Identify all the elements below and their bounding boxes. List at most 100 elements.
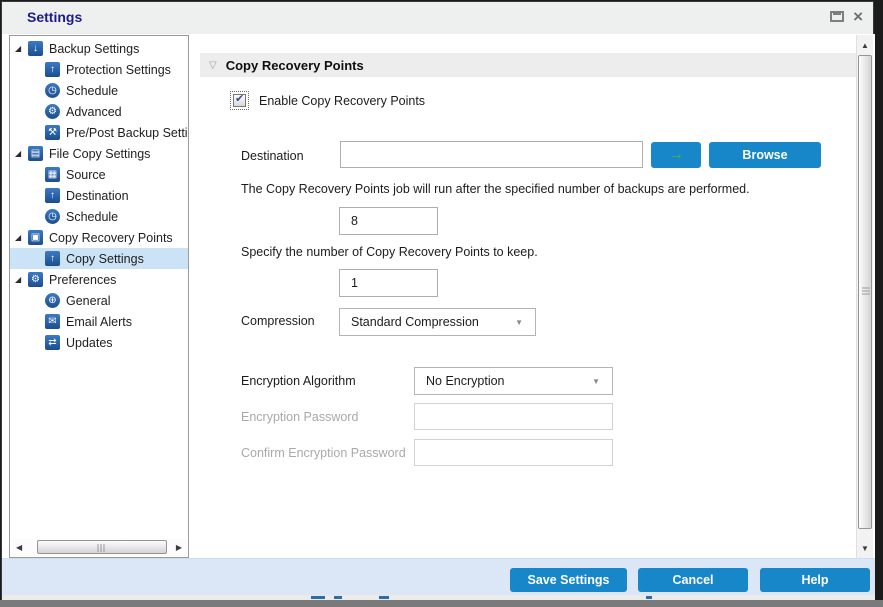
title-bar[interactable]: Settings × (2, 2, 873, 34)
enable-copy-recovery-label: Enable Copy Recovery Points (259, 94, 426, 108)
chevron-down-icon: ▼ (515, 317, 523, 327)
sidebar-item-backup-settings[interactable]: ◢ ↓ Backup Settings (10, 38, 188, 59)
sidebar-item-label: Source (66, 167, 106, 182)
scroll-right-icon[interactable]: ▶ (176, 543, 182, 552)
scrollbar-grip (97, 544, 107, 552)
protection-settings-icon: ↑ (45, 62, 60, 77)
sidebar-item-copy-settings[interactable]: ↑ Copy Settings (10, 248, 188, 269)
sidebar-item-advanced[interactable]: ⚙ Advanced (10, 101, 188, 122)
expander-icon[interactable]: ◢ (15, 149, 28, 158)
sidebar-item-label: Updates (66, 335, 113, 350)
source-icon: ▦ (45, 167, 60, 182)
sidebar-item-label: Copy Settings (66, 251, 144, 266)
sidebar-item-label: Schedule (66, 83, 119, 98)
green-arrow-icon: → (668, 146, 684, 163)
sidebar-item-updates[interactable]: ⇄ Updates (10, 332, 188, 353)
sidebar-item-schedule[interactable]: ◷ Schedule (10, 80, 188, 101)
compression-value: Standard Compression (351, 315, 479, 329)
check-icon: ✔ (235, 93, 245, 105)
sidebar-item-schedule[interactable]: ◷ Schedule (10, 206, 188, 227)
sidebar-item-label: File Copy Settings (49, 146, 151, 161)
horizontal-scrollbar[interactable]: ◀ ▶ (11, 539, 187, 556)
sidebar-item-source[interactable]: ▦ Source (10, 164, 188, 185)
scrollbar-grip (862, 287, 870, 297)
sidebar-item-label: General (66, 293, 111, 308)
sidebar-item-label: Pre/Post Backup Settin (66, 125, 189, 140)
sidebar-item-general[interactable]: ⊕ General (10, 290, 188, 311)
destination-label: Destination (241, 149, 304, 163)
backups-info-text: The Copy Recovery Points job will run af… (241, 182, 750, 196)
encryption-algorithm-value: No Encryption (426, 374, 505, 388)
updates-icon: ⇄ (45, 335, 60, 350)
sidebar-item-email-alerts[interactable]: ✉ Email Alerts (10, 311, 188, 332)
prepost-backup-icon: ⚒ (45, 125, 60, 140)
confirm-encryption-password-input (414, 439, 613, 466)
sidebar-item-label: Copy Recovery Points (49, 230, 173, 245)
settings-tree: ◢ ↓ Backup Settings ↑ Protection Settings ◷ Sc… (10, 38, 188, 353)
vertical-scrollbar-thumb[interactable] (858, 55, 872, 529)
sidebar-item-preferences[interactable]: ◢ ⚙ Preferences (10, 269, 188, 290)
window-title: Settings (27, 9, 83, 25)
scroll-up-icon[interactable]: ▲ (861, 41, 869, 50)
sidebar-item-copy-recovery-points[interactable]: ◢ ▣ Copy Recovery Points (10, 227, 188, 248)
expander-icon[interactable]: ◢ (15, 44, 28, 53)
horizontal-scrollbar-thumb[interactable] (37, 540, 167, 554)
restore-icon[interactable] (830, 11, 845, 22)
encryption-password-label: Encryption Password (241, 410, 359, 424)
desktop-backdrop: Settings × ◢ ↓ Backup Settings ↑ Protection … (0, 0, 883, 607)
section-header: ▽ Copy Recovery Points (200, 53, 858, 77)
help-button[interactable]: Help (760, 568, 870, 592)
checkbox-box: ✔ (233, 93, 246, 107)
destination-input[interactable] (340, 141, 643, 168)
encryption-algorithm-dropdown[interactable]: No Encryption ▼ (414, 367, 613, 395)
keep-count-input[interactable] (339, 269, 438, 297)
schedule-icon: ◷ (45, 83, 60, 98)
close-icon[interactable]: × (853, 8, 863, 25)
general-icon: ⊕ (45, 293, 60, 308)
file-copy-settings-icon: ▤ (28, 146, 43, 161)
sidebar-item-file-copy-settings[interactable]: ◢ ▤ File Copy Settings (10, 143, 188, 164)
settings-tree-panel: ◢ ↓ Backup Settings ↑ Protection Settings ◷ Sc… (9, 35, 189, 558)
advanced-icon: ⚙ (45, 104, 60, 119)
expander-icon[interactable]: ◢ (15, 233, 28, 242)
chevron-down-icon: ▼ (592, 376, 600, 386)
sidebar-item-pre-post-backup-settin[interactable]: ⚒ Pre/Post Backup Settin (10, 122, 188, 143)
cancel-button[interactable]: Cancel (638, 568, 748, 592)
save-settings-button[interactable]: Save Settings (510, 568, 627, 592)
sidebar-item-label: Preferences (49, 272, 117, 287)
destination-icon: ↑ (45, 188, 60, 203)
compression-dropdown[interactable]: Standard Compression ▼ (339, 308, 536, 336)
encryption-algorithm-label: Encryption Algorithm (241, 374, 356, 388)
go-button[interactable]: → (651, 142, 701, 168)
taskbar-strip (0, 600, 883, 607)
encryption-password-input (414, 403, 613, 430)
enable-copy-recovery-checkbox[interactable]: ✔ (230, 91, 249, 110)
section-title: Copy Recovery Points (225, 57, 364, 73)
sidebar-item-label: Email Alerts (66, 314, 132, 329)
sidebar-item-protection-settings[interactable]: ↑ Protection Settings (10, 59, 188, 80)
keep-info-text: Specify the number of Copy Recovery Poin… (241, 245, 538, 259)
vertical-scrollbar[interactable]: ▲ ▼ (856, 35, 873, 558)
sidebar-item-label: Advanced (66, 104, 122, 119)
settings-dialog: Settings × ◢ ↓ Backup Settings ↑ Protection … (1, 1, 875, 601)
backup-settings-icon: ↓ (28, 41, 43, 56)
browse-button[interactable]: Browse (709, 142, 821, 168)
sidebar-item-destination[interactable]: ↑ Destination (10, 185, 188, 206)
footer-bar: Save Settings Cancel Help (2, 558, 875, 595)
sidebar-item-label: Backup Settings (49, 41, 140, 56)
scroll-down-icon[interactable]: ▼ (861, 544, 869, 553)
copy-settings-icon: ↑ (45, 251, 60, 266)
copy-recovery-points-icon: ▣ (28, 230, 43, 245)
schedule-icon: ◷ (45, 209, 60, 224)
sidebar-item-label: Destination (66, 188, 129, 203)
email-alerts-icon: ✉ (45, 314, 60, 329)
compression-label: Compression (241, 314, 315, 328)
sidebar-item-label: Schedule (66, 209, 119, 224)
scroll-left-icon[interactable]: ◀ (16, 543, 22, 552)
preferences-icon: ⚙ (28, 272, 43, 287)
sidebar-item-label: Protection Settings (66, 62, 171, 77)
backup-count-input[interactable] (339, 207, 438, 235)
collapse-icon[interactable]: ▽ (209, 60, 217, 71)
expander-icon[interactable]: ◢ (15, 275, 28, 284)
confirm-encryption-password-label: Confirm Encryption Password (241, 446, 406, 460)
